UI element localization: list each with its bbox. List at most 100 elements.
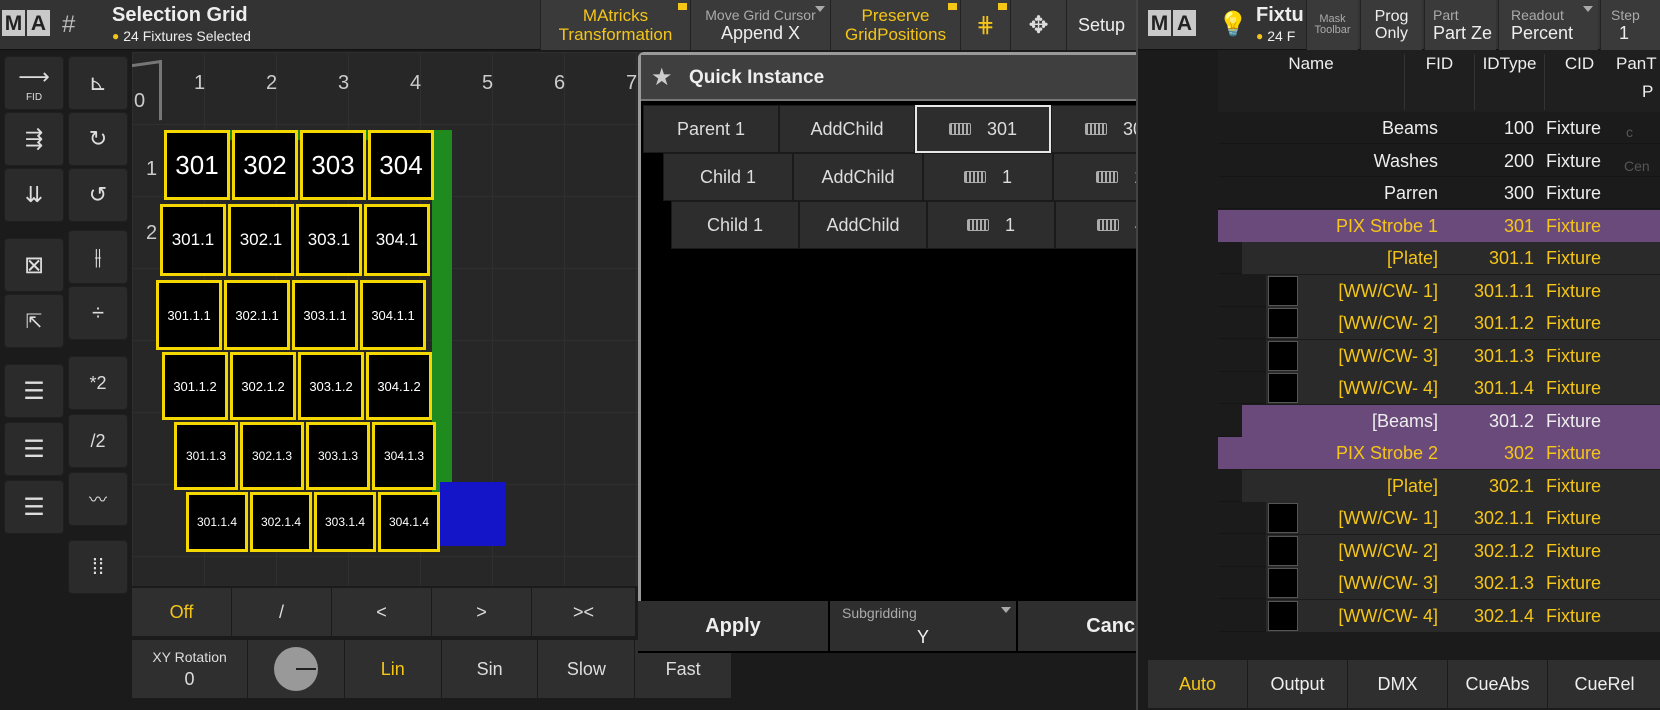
sin-button[interactable]: Sin <box>441 640 539 698</box>
fixture-row[interactable]: [WW/CW- 3] 301.1.3 Fixture <box>1218 339 1660 372</box>
lin-button[interactable]: Lin <box>344 640 442 698</box>
fixture-cell[interactable]: 304 <box>368 130 434 200</box>
align-center-button[interactable]: ☰ <box>4 422 64 476</box>
parent-from-input[interactable]: 301 <box>915 105 1051 153</box>
fixture-row[interactable]: PIX Strobe 1 301 Fixture <box>1218 209 1660 242</box>
readout-selector[interactable]: Readout Percent <box>1498 0 1598 50</box>
header-idtype[interactable]: IDType <box>1474 54 1544 110</box>
fixture-row[interactable]: [WW/CW- 1] 301.1.1 Fixture <box>1218 274 1660 307</box>
rotate-ccw-button[interactable]: ↺ <box>68 168 128 222</box>
wave-button[interactable]: 〰 <box>68 472 128 526</box>
grid-viewport[interactable]: 0 1 2 1 2 3 4 5 6 7 301 302 303 304 301.1 302… <box>132 52 642 586</box>
fixture-cell[interactable]: 303.1.2 <box>298 352 364 420</box>
child-1-button[interactable]: Child 1 <box>663 153 793 201</box>
matricks-transformation-button[interactable]: MAtricks Transformation <box>540 0 690 50</box>
child-from-input[interactable]: 1 <box>923 153 1053 201</box>
fixture-cell[interactable]: 304.1.1 <box>360 280 426 350</box>
step-selector[interactable]: Step 1 <box>1600 0 1660 50</box>
multiply-two-button[interactable]: *2 <box>68 356 128 410</box>
corner-tool-button[interactable]: ⊾ <box>68 56 128 110</box>
fixture-row[interactable]: Washes 200 Fixture <box>1218 145 1660 177</box>
move-arrows-icon[interactable]: ✥ <box>1010 0 1066 50</box>
color-swatch[interactable] <box>1268 373 1298 403</box>
fixture-cell[interactable]: 302.1.1 <box>224 280 290 350</box>
color-swatch[interactable] <box>1268 600 1298 631</box>
fixture-cell[interactable]: 301.1 <box>160 204 226 276</box>
rotate-cw-button[interactable]: ↻ <box>68 112 128 166</box>
fixture-cell[interactable]: 301 <box>164 130 230 200</box>
grid-mode-icon[interactable]: ⋕ <box>960 0 1010 50</box>
fixture-cell[interactable]: 304.1.4 <box>378 492 440 552</box>
header-fid[interactable]: FID <box>1404 54 1474 110</box>
divide-two-button[interactable]: /2 <box>68 414 128 468</box>
fixture-row[interactable]: [WW/CW- 3] 302.1.3 Fixture <box>1218 567 1660 599</box>
grid-hash-icon[interactable]: # <box>62 11 75 39</box>
grandchild-1-button[interactable]: Child 1 <box>671 201 799 249</box>
grid-select-button[interactable]: ⁞⁞ <box>68 540 128 594</box>
corner-arrow-button[interactable]: ⇱ <box>4 294 64 348</box>
fixture-cell[interactable]: 303.1.1 <box>292 280 358 350</box>
fixture-row[interactable]: [Plate] 302.1 Fixture <box>1218 469 1660 502</box>
fixture-row[interactable]: [WW/CW- 4] 301.1.4 Fixture <box>1218 372 1660 404</box>
fixture-cell[interactable]: 303.1.4 <box>314 492 376 552</box>
fixture-cell[interactable]: 301.1.3 <box>174 422 238 490</box>
mirror-horizontal-button[interactable]: ÷ <box>68 286 128 340</box>
fixture-row[interactable]: PIX Strobe 2 302 Fixture <box>1218 437 1660 469</box>
parent-1-button[interactable]: Parent 1 <box>643 105 779 153</box>
greater-than-button[interactable]: > <box>432 588 532 636</box>
header-cid[interactable]: CID <box>1544 54 1614 110</box>
fid-arrow-button[interactable]: ⟶ FID <box>4 56 64 110</box>
fixture-cell[interactable]: 302 <box>232 130 298 200</box>
fixture-row[interactable]: [WW/CW- 2] 302.1.2 Fixture <box>1218 534 1660 567</box>
align-justify-button[interactable]: ☰ <box>4 480 64 534</box>
setup-button[interactable]: Setup <box>1066 0 1136 50</box>
fixture-cell[interactable]: 304.1.3 <box>372 422 436 490</box>
align-left-button[interactable]: ☰ <box>4 364 64 418</box>
grandchild-from-input[interactable]: 1 <box>927 201 1055 249</box>
mirror-vertical-button[interactable]: ⫲ <box>68 230 128 284</box>
fixture-cell[interactable]: 303 <box>300 130 366 200</box>
bulb-icon[interactable]: 💡 <box>1218 10 1248 39</box>
rows-arrow-button[interactable]: ⇶ <box>4 112 64 166</box>
subgridding-field[interactable]: Subgridding Y <box>830 601 1016 651</box>
color-swatch[interactable] <box>1268 340 1298 371</box>
color-swatch[interactable] <box>1268 535 1298 566</box>
color-swatch[interactable] <box>1268 308 1298 338</box>
part-selector[interactable]: Part Part Ze <box>1424 0 1496 50</box>
fixture-cell[interactable]: 302.1.4 <box>250 492 312 552</box>
fixture-cell[interactable]: 301.1.2 <box>162 352 228 420</box>
header-name[interactable]: Name <box>1218 54 1404 74</box>
ma-logo[interactable]: M A <box>2 10 50 36</box>
child-add-child-button[interactable]: AddChild <box>793 153 923 201</box>
fixture-cell[interactable]: 303.1 <box>296 204 362 276</box>
slow-button[interactable]: Slow <box>538 640 636 698</box>
tab-cuerel[interactable]: CueRel <box>1548 660 1660 708</box>
fixture-row[interactable]: [Beams] 301.2 Fixture <box>1218 404 1660 437</box>
inward-button[interactable]: >< <box>532 588 636 636</box>
move-grid-cursor-button[interactable]: Move Grid Cursor Append X <box>690 0 830 50</box>
add-child-button[interactable]: AddChild <box>779 105 915 153</box>
fixture-row[interactable]: [Plate] 301.1 Fixture <box>1218 242 1660 274</box>
ma-logo-right[interactable]: M A <box>1148 10 1196 36</box>
mask-toolbar-button[interactable]: Mask Toolbar <box>1306 0 1358 50</box>
grandchild-add-child-button[interactable]: AddChild <box>799 201 927 249</box>
prog-only-button[interactable]: Prog Only <box>1360 0 1422 50</box>
fixture-cell[interactable]: 302.1 <box>228 204 294 276</box>
tab-output[interactable]: Output <box>1248 660 1348 708</box>
tab-auto[interactable]: Auto <box>1148 660 1248 708</box>
color-swatch[interactable] <box>1268 275 1298 306</box>
fixture-cell[interactable]: 302.1.3 <box>240 422 304 490</box>
columns-arrow-button[interactable]: ⇊ <box>4 168 64 222</box>
color-swatch[interactable] <box>1268 568 1298 598</box>
header-pan[interactable]: PanT <box>1616 54 1660 74</box>
slash-button[interactable]: / <box>232 588 332 636</box>
fixture-cell[interactable]: 304.1.2 <box>366 352 432 420</box>
rotation-dial[interactable] <box>248 640 345 698</box>
shrink-button[interactable]: ⊠ <box>4 238 64 292</box>
preserve-grid-positions-button[interactable]: Preserve GridPositions <box>830 0 960 50</box>
color-swatch[interactable] <box>1268 503 1298 533</box>
fixture-cell[interactable]: 301.1.1 <box>156 280 222 350</box>
fixture-row[interactable]: Parren 300 Fixture <box>1218 177 1660 209</box>
off-button[interactable]: Off <box>132 588 232 636</box>
fixture-row[interactable]: [WW/CW- 1] 302.1.1 Fixture <box>1218 502 1660 534</box>
